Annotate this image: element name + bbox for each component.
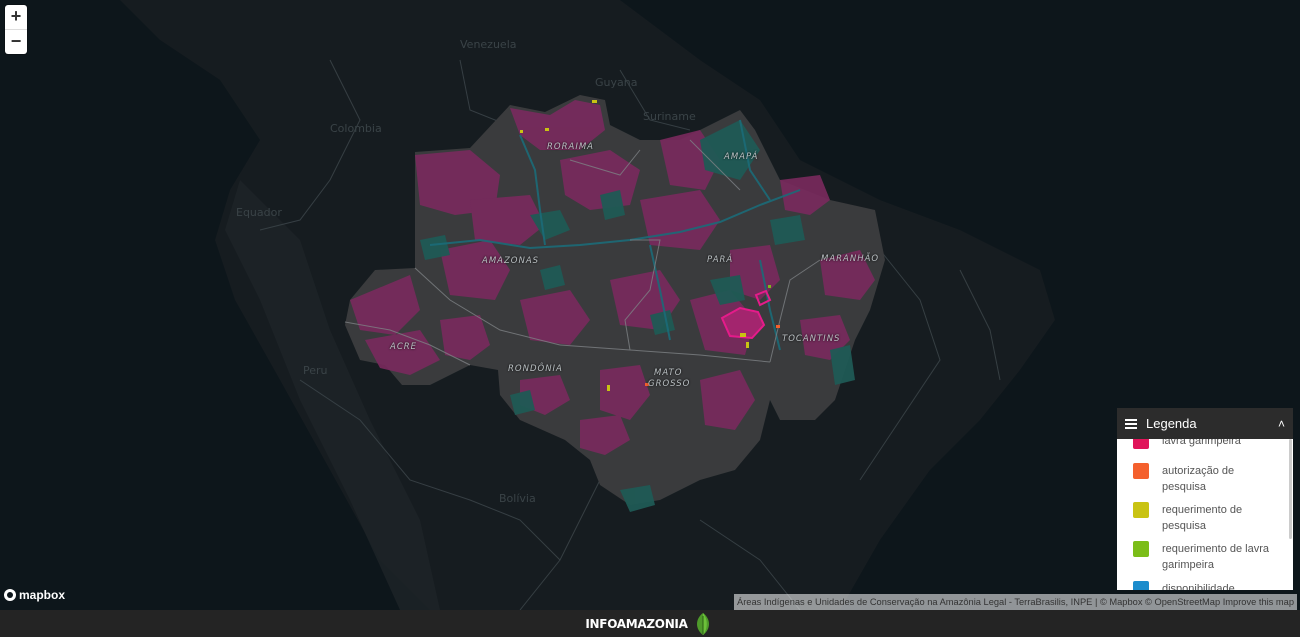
legend-item: requerimento de pesquisa [1133,502,1272,534]
map-attribution[interactable]: Áreas Indígenas e Unidades de Conservaçã… [734,594,1297,610]
legend-swatch [1133,463,1149,479]
legend-label: disponibilidade [1162,583,1235,590]
legend-swatch [1133,502,1149,518]
state-label: RONDÔNIA [508,364,563,374]
country-label: Venezuela [460,38,517,51]
mapbox-logo[interactable]: mapbox [4,588,65,602]
state-label: RORAIMA [547,142,594,152]
zoom-control: + − [5,5,27,54]
map-layers [120,0,1055,610]
legend-header[interactable]: Legenda ˄ [1117,408,1293,439]
country-label: Equador [236,206,282,219]
state-label: AMAPÁ [724,152,759,162]
zoom-out-button[interactable]: − [5,29,27,54]
mapbox-logo-text: mapbox [19,588,66,602]
country-label: Suriname [643,110,696,123]
state-label: TOCANTINS [782,334,841,344]
mapbox-icon [4,589,16,601]
country-label: Bolívia [499,492,536,505]
legend-swatch [1133,439,1149,449]
state-label: MARANHÃO [821,254,880,264]
legend-scrollbar[interactable] [1289,439,1292,539]
legend-swatch [1133,581,1149,590]
legend-item: autorização de pesquisa [1133,463,1272,495]
brand-logo[interactable]: INFOAMAZONIA [585,612,714,636]
legend-item: requerimento de lavra garimpeira [1133,541,1272,573]
legend-label: requerimento de lavra garimpeira [1162,543,1270,571]
state-label: PARÁ [707,255,734,265]
state-label: AMAZONAS [482,256,540,266]
state-label: MATO [654,368,683,378]
legend-item: lavra garimpeira [1133,439,1272,449]
legend-item: disponibilidade [1133,581,1272,590]
footer-bar: INFOAMAZONIA [0,610,1300,637]
legend-label: requerimento de pesquisa [1162,504,1243,532]
legend-label: autorização de pesquisa [1162,465,1235,493]
leaf-icon [696,612,709,635]
list-icon [1125,418,1137,429]
country-label: Colombia [330,122,382,135]
country-label: Peru [303,364,328,377]
legend-title: Legenda [1146,416,1197,431]
chevron-up-icon[interactable]: ˄ [1278,417,1285,431]
legend-list[interactable]: lavra garimpeira autorização de pesquisa… [1117,439,1289,590]
state-label: ACRE [390,342,418,352]
country-label: Guyana [595,76,638,89]
state-label: GROSSO [648,379,691,389]
brand-name: INFOAMAZONIA [585,616,688,631]
map-canvas[interactable]: Venezuela Guyana Suriname Colombia Equad… [0,0,1300,610]
zoom-in-button[interactable]: + [5,5,27,29]
legend-panel: Legenda ˄ lavra garimpeira autorização d… [1117,408,1293,590]
legend-label: lavra garimpeira [1162,439,1241,447]
legend-swatch [1133,541,1149,557]
